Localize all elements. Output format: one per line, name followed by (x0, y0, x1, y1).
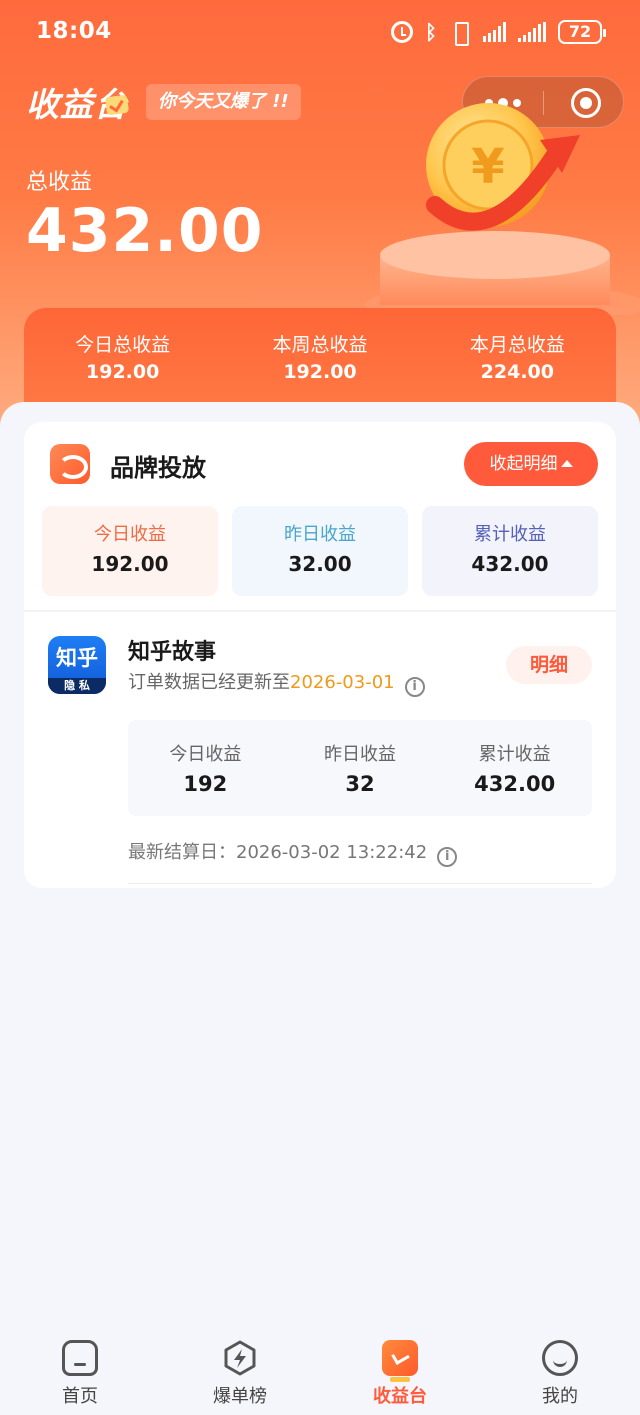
brand-card: 品牌投放 收起明细 今日收益 192.00 昨日收益 32.00 累计收益 43… (24, 422, 616, 888)
home-icon (62, 1340, 98, 1376)
stat-value: 32.00 (288, 552, 352, 576)
detail-button[interactable]: 明细 (506, 646, 592, 684)
tab-label: 收益台 (373, 1386, 427, 1407)
battery-icon: 72 (558, 20, 606, 44)
stat-label: 累计收益 (478, 744, 551, 765)
info-icon[interactable]: i (437, 847, 458, 867)
stat-value: 432.00 (471, 552, 549, 576)
update-prefix: 订单数据已经更新至 (128, 672, 290, 693)
app-logo: 知乎 隐 私 (48, 636, 106, 694)
signal-icon-2 (518, 22, 546, 42)
earnings-desk-icon (382, 1340, 418, 1382)
app-stat-today: 今日收益 192 (128, 720, 283, 816)
bottom-tab-bar: 首页 爆单榜 收益台 我的 (0, 1322, 640, 1415)
brand-stat-total: 累计收益 432.00 (422, 506, 598, 596)
summary-value: 224.00 (480, 361, 554, 383)
svg-text:¥: ¥ (471, 139, 504, 195)
status-icons: ᛒ 72 (391, 20, 606, 46)
update-date: 2026-03-01 (290, 672, 395, 693)
settlement-date: 最新结算日：2026-03-02 13:22:42 i (128, 838, 458, 867)
brand-stat-today: 今日收益 192.00 (42, 506, 218, 596)
stat-value: 432.00 (474, 772, 556, 796)
app-stat-yesterday: 昨日收益 32 (283, 720, 438, 816)
bluetooth-icon: ᛒ (425, 20, 437, 44)
lightning-hexagon-icon (224, 1340, 256, 1376)
summary-label: 今日总收益 (75, 334, 171, 356)
divider (128, 883, 592, 884)
app-logo-sub: 隐 私 (64, 679, 90, 692)
status-time: 18:04 (36, 18, 112, 44)
stat-label: 昨日收益 (284, 524, 356, 545)
summary-value: 192.00 (86, 361, 160, 383)
tab-label: 首页 (62, 1386, 98, 1407)
app-stats: 今日收益 192 昨日收益 32 累计收益 432.00 (128, 720, 592, 816)
tab-label: 爆单榜 (213, 1386, 267, 1407)
tab-earnings[interactable]: 收益台 (320, 1322, 480, 1415)
stat-value: 192.00 (91, 552, 169, 576)
status-bar: 18:04 ᛒ 72 (0, 0, 640, 66)
stat-label: 今日收益 (94, 524, 166, 545)
smiley-icon (542, 1340, 578, 1376)
brand-stat-yesterday: 昨日收益 32.00 (232, 506, 408, 596)
tab-hot-orders[interactable]: 爆单榜 (160, 1322, 320, 1415)
caret-up-icon (560, 460, 573, 467)
summary-label: 本月总收益 (469, 334, 565, 356)
check-badge-icon (104, 94, 130, 116)
signal-icon (483, 22, 506, 42)
tab-me[interactable]: 我的 (480, 1322, 640, 1415)
app-stat-total: 累计收益 432.00 (437, 720, 592, 816)
alarm-icon (391, 21, 413, 43)
total-earnings-value: 432.00 (26, 196, 264, 266)
hero-header: 18:04 ᛒ 72 收益台 你今天又爆了 !! 总收益 432.00 ¥ 今日… (0, 0, 640, 440)
stat-label: 今日收益 (169, 744, 242, 765)
app-logo-text: 知乎 (56, 646, 98, 670)
stat-label: 累计收益 (474, 524, 546, 545)
brand-delivery-icon (50, 444, 90, 484)
main-sheet: 品牌投放 收起明细 今日收益 192.00 昨日收益 32.00 累计收益 43… (0, 402, 640, 1322)
settle-label: 最新结算日： (128, 842, 236, 863)
summary-label: 本周总收益 (272, 334, 368, 356)
stat-value: 32 (345, 772, 375, 796)
collapse-label: 收起明细 (489, 454, 558, 474)
tab-home[interactable]: 首页 (0, 1322, 160, 1415)
stat-value: 192 (183, 772, 228, 796)
tab-label: 我的 (542, 1386, 578, 1407)
brand-stats: 今日收益 192.00 昨日收益 32.00 累计收益 432.00 (42, 506, 598, 596)
total-earnings-label: 总收益 (26, 170, 93, 195)
collapse-details-button[interactable]: 收起明细 (464, 442, 598, 486)
update-note: 订单数据已经更新至2026-03-01 i (128, 668, 425, 697)
vibrate-icon (449, 21, 471, 46)
slogan-badge: 你今天又爆了 !! (146, 84, 301, 120)
settle-time: 2026-03-02 13:22:42 (236, 842, 428, 863)
summary-value: 192.00 (283, 361, 357, 383)
brand-title: 品牌投放 (110, 454, 206, 482)
stat-label: 昨日收益 (324, 744, 396, 765)
info-icon[interactable]: i (404, 677, 425, 697)
divider (24, 610, 616, 612)
app-name: 知乎故事 (128, 640, 217, 665)
coin-illustration: ¥ (365, 103, 640, 315)
